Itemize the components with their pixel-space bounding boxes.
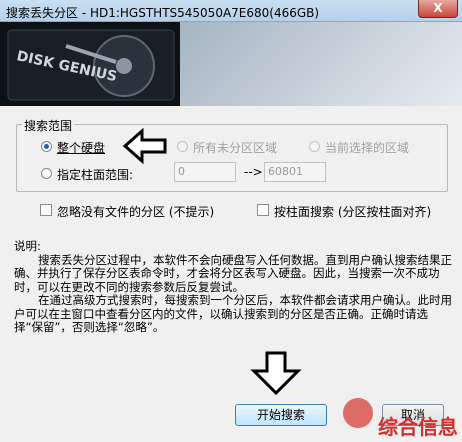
disk-genius-banner: DISK GENIUS	[0, 22, 462, 106]
close-button[interactable]: X	[418, 0, 458, 18]
title-bar: 搜索丢失分区 - HD1:HGSTHTS545050A7E680(466GB) …	[0, 0, 462, 22]
banner-dark-panel: DISK GENIUS	[0, 22, 180, 106]
watermark-text: 综合信息	[378, 415, 458, 439]
banner-light-panel	[180, 22, 462, 106]
hard-disk-icon: DISK GENIUS	[7, 29, 175, 101]
note-paragraph-1: 搜索丢失分区过程中，本软件不会向硬盘写入任何数据。直到用户确认搜索结果正确、并执…	[14, 252, 452, 294]
whole-disk-radio[interactable]	[41, 141, 52, 152]
instructions-note: 说明: 搜索丢失分区过程中，本软件不会向硬盘写入任何数据。直到用户确认搜索结果正…	[14, 239, 454, 335]
arrow-down-annotation	[250, 351, 302, 396]
range-end-input[interactable]: 60801	[264, 162, 326, 182]
current-selected-radio[interactable]	[309, 141, 320, 152]
cylinder-range-radio[interactable]	[41, 168, 52, 179]
current-selected-label[interactable]: 当前选择的区域	[325, 139, 409, 156]
arrow-left-annotation	[122, 128, 167, 164]
note-paragraph-2: 在通过高级方式搜索时，每搜索到一个分区后，本软件都会请求用户确认。此时用户可以在…	[14, 293, 452, 334]
search-by-cylinder-label[interactable]: 按柱面搜索 (分区按柱面对齐)	[274, 203, 431, 220]
window-title: 搜索丢失分区 - HD1:HGSTHTS545050A7E680(466GB)	[6, 6, 320, 20]
unallocated-radio[interactable]	[177, 141, 188, 152]
ignore-no-files-label[interactable]: 忽略没有文件的分区 (不提示)	[57, 203, 214, 220]
note-heading: 说明:	[14, 239, 41, 253]
whole-disk-label[interactable]: 整个硬盘	[57, 139, 105, 156]
start-search-button[interactable]: 开始搜索	[235, 404, 327, 426]
range-separator: -->	[244, 165, 263, 179]
search-by-cylinder-checkbox[interactable]	[257, 204, 269, 216]
search-range-title: 搜索范围	[22, 117, 75, 134]
watermark-logo-icon	[343, 398, 373, 428]
range-start-input[interactable]: 0	[174, 162, 236, 182]
unallocated-label[interactable]: 所有未分区区域	[193, 139, 277, 156]
ignore-no-files-checkbox[interactable]	[40, 204, 52, 216]
cylinder-range-label[interactable]: 指定柱面范围:	[57, 166, 133, 183]
